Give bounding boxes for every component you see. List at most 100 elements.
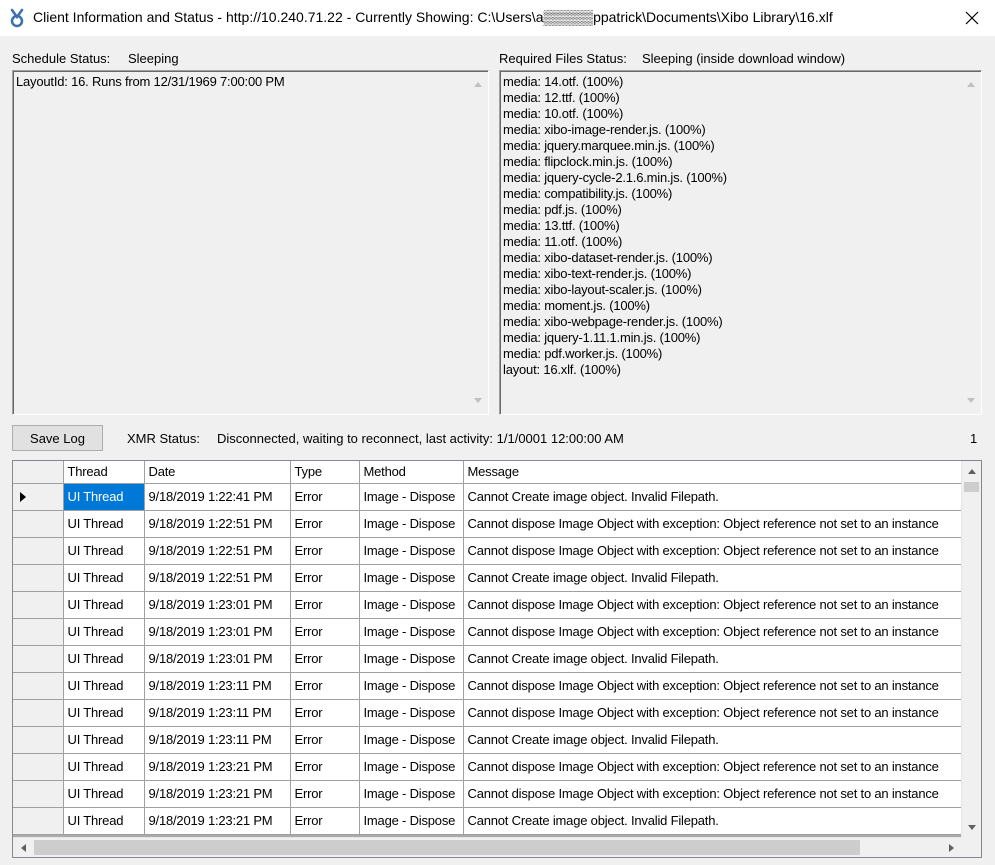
schedule-scrollbar[interactable]	[469, 73, 486, 412]
cell-date[interactable]: 9/18/2019 1:22:41 PM	[144, 483, 291, 511]
cell-method[interactable]: Image - Dispose	[359, 510, 464, 538]
log-row[interactable]: UI Thread 9/18/2019 1:23:21 PM Error Image …	[13, 780, 964, 808]
column-header-date[interactable]: Date	[144, 461, 291, 484]
required-files-textbox[interactable]: media: 14.otf. (100%) media: 12.ttf. (100…	[499, 70, 982, 415]
cell-thread[interactable]: UI Thread	[63, 591, 145, 619]
cell-message[interactable]: Cannot Create image object. Invalid File…	[463, 807, 964, 835]
cell-message[interactable]: Cannot Create image object. Invalid File…	[463, 645, 964, 673]
cell-date[interactable]: 9/18/2019 1:22:51 PM	[144, 510, 291, 538]
cell-message[interactable]: Cannot dispose Image Object with excepti…	[463, 780, 964, 808]
cell-date[interactable]: 9/18/2019 1:23:01 PM	[144, 591, 291, 619]
cell-date[interactable]: 9/18/2019 1:23:21 PM	[144, 753, 291, 781]
cell-thread[interactable]: UI Thread	[63, 483, 145, 511]
cell-type[interactable]: Error	[290, 753, 360, 781]
cell-date[interactable]: 9/18/2019 1:23:11 PM	[144, 726, 291, 754]
cell-date[interactable]: 9/18/2019 1:22:51 PM	[144, 564, 291, 592]
scroll-down-icon[interactable]	[965, 395, 976, 406]
cell-date[interactable]: 9/18/2019 1:23:11 PM	[144, 672, 291, 700]
row-header[interactable]	[13, 780, 64, 808]
cell-message[interactable]: Cannot dispose Image Object with excepti…	[463, 699, 964, 727]
cell-method[interactable]: Image - Dispose	[359, 672, 464, 700]
cell-method[interactable]: Image - Dispose	[359, 483, 464, 511]
log-row[interactable]: UI Thread 9/18/2019 1:23:11 PM Error Image …	[13, 699, 964, 727]
cell-message[interactable]: Cannot dispose Image Object with excepti…	[463, 591, 964, 619]
scroll-right-icon[interactable]	[941, 838, 961, 857]
cell-method[interactable]: Image - Dispose	[359, 753, 464, 781]
close-button[interactable]	[949, 0, 995, 36]
required-files-scrollbar[interactable]	[962, 73, 979, 412]
column-header-type[interactable]: Type	[290, 461, 360, 484]
log-row[interactable]: UI Thread 9/18/2019 1:23:21 PM Error Image …	[13, 807, 964, 835]
scroll-left-icon[interactable]	[13, 838, 33, 857]
cell-date[interactable]: 9/18/2019 1:23:01 PM	[144, 645, 291, 673]
vertical-scroll-thumb[interactable]	[964, 482, 979, 492]
log-row[interactable]: UI Thread 9/18/2019 1:23:01 PM Error Image …	[13, 645, 964, 673]
cell-type[interactable]: Error	[290, 483, 360, 511]
cell-method[interactable]: Image - Dispose	[359, 591, 464, 619]
scroll-down-icon[interactable]	[962, 817, 981, 837]
cell-message[interactable]: Cannot Create image object. Invalid File…	[463, 726, 964, 754]
cell-date[interactable]: 9/18/2019 1:23:21 PM	[144, 807, 291, 835]
cell-type[interactable]: Error	[290, 564, 360, 592]
cell-thread[interactable]: UI Thread	[63, 726, 145, 754]
row-header[interactable]	[13, 645, 64, 673]
row-header[interactable]	[13, 672, 64, 700]
log-row[interactable]: UI Thread 9/18/2019 1:23:11 PM Error Image …	[13, 672, 964, 700]
cell-type[interactable]: Error	[290, 537, 360, 565]
column-header-method[interactable]: Method	[359, 461, 464, 484]
cell-method[interactable]: Image - Dispose	[359, 807, 464, 835]
cell-date[interactable]: 9/18/2019 1:22:51 PM	[144, 537, 291, 565]
horizontal-scroll-thumb[interactable]	[34, 840, 860, 855]
scroll-up-icon[interactable]	[472, 79, 483, 90]
log-row[interactable]: UI Thread 9/18/2019 1:22:51 PM Error Image …	[13, 564, 964, 592]
cell-thread[interactable]: UI Thread	[63, 672, 145, 700]
row-header[interactable]	[13, 564, 64, 592]
row-header[interactable]	[13, 591, 64, 619]
cell-thread[interactable]: UI Thread	[63, 753, 145, 781]
log-row[interactable]: UI Thread 9/18/2019 1:22:51 PM Error Image …	[13, 510, 964, 538]
cell-message[interactable]: Cannot dispose Image Object with excepti…	[463, 753, 964, 781]
row-header[interactable]	[13, 510, 64, 538]
cell-message[interactable]: Cannot Create image object. Invalid File…	[463, 483, 964, 511]
cell-method[interactable]: Image - Dispose	[359, 780, 464, 808]
cell-thread[interactable]: UI Thread	[63, 564, 145, 592]
cell-type[interactable]: Error	[290, 807, 360, 835]
log-row[interactable]: UI Thread 9/18/2019 1:23:11 PM Error Image …	[13, 726, 964, 754]
scroll-up-icon[interactable]	[965, 79, 976, 90]
scroll-down-icon[interactable]	[472, 395, 483, 406]
column-header-message[interactable]: Message	[463, 461, 964, 484]
cell-message[interactable]: Cannot dispose Image Object with excepti…	[463, 537, 964, 565]
cell-message[interactable]: Cannot dispose Image Object with excepti…	[463, 510, 964, 538]
cell-date[interactable]: 9/18/2019 1:23:21 PM	[144, 780, 291, 808]
cell-message[interactable]: Cannot dispose Image Object with excepti…	[463, 672, 964, 700]
log-row[interactable]: UI Thread 9/18/2019 1:23:01 PM Error Image …	[13, 591, 964, 619]
cell-type[interactable]: Error	[290, 699, 360, 727]
log-vertical-scrollbar[interactable]	[961, 461, 981, 837]
cell-type[interactable]: Error	[290, 780, 360, 808]
cell-type[interactable]: Error	[290, 591, 360, 619]
cell-date[interactable]: 9/18/2019 1:23:11 PM	[144, 699, 291, 727]
cell-type[interactable]: Error	[290, 645, 360, 673]
cell-message[interactable]: Cannot Create image object. Invalid File…	[463, 564, 964, 592]
cell-method[interactable]: Image - Dispose	[359, 726, 464, 754]
log-horizontal-scrollbar[interactable]	[13, 837, 961, 857]
cell-method[interactable]: Image - Dispose	[359, 618, 464, 646]
cell-thread[interactable]: UI Thread	[63, 645, 145, 673]
cell-thread[interactable]: UI Thread	[63, 537, 145, 565]
column-header-thread[interactable]: Thread	[63, 461, 145, 484]
row-header[interactable]	[13, 807, 64, 835]
cell-date[interactable]: 9/18/2019 1:23:01 PM	[144, 618, 291, 646]
log-grid[interactable]: Thread Date Type Method Message UI Threa…	[12, 460, 982, 858]
cell-method[interactable]: Image - Dispose	[359, 537, 464, 565]
cell-type[interactable]: Error	[290, 510, 360, 538]
log-row[interactable]: UI Thread 9/18/2019 1:23:01 PM Error Image …	[13, 618, 964, 646]
cell-thread[interactable]: UI Thread	[63, 510, 145, 538]
cell-thread[interactable]: UI Thread	[63, 699, 145, 727]
cell-type[interactable]: Error	[290, 618, 360, 646]
cell-thread[interactable]: UI Thread	[63, 807, 145, 835]
row-header[interactable]	[13, 618, 64, 646]
cell-type[interactable]: Error	[290, 672, 360, 700]
row-header[interactable]	[13, 726, 64, 754]
row-header[interactable]	[13, 483, 64, 511]
log-row[interactable]: UI Thread 9/18/2019 1:22:51 PM Error Image …	[13, 537, 964, 565]
